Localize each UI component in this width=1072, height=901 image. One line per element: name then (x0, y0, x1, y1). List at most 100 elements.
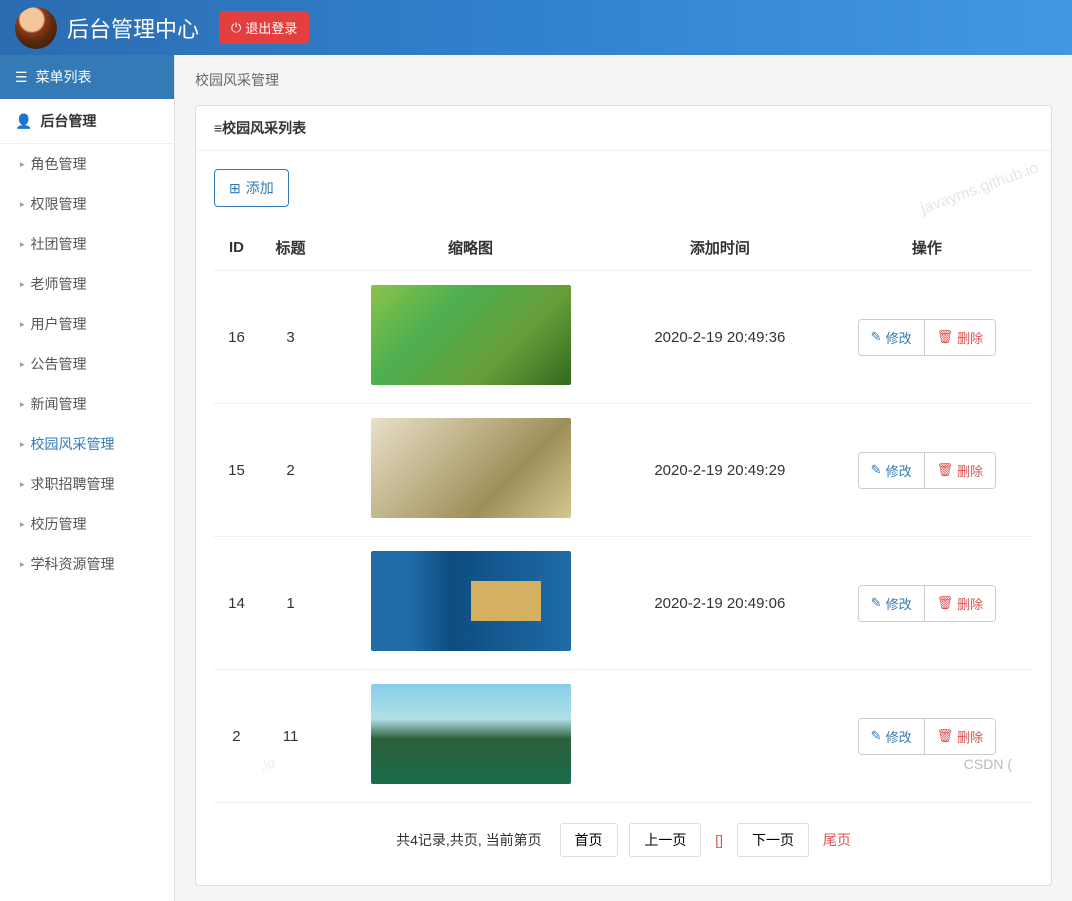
sidebar-item-label: 用户管理 (31, 314, 87, 334)
cell-thumb (322, 271, 619, 404)
cell-time: 2020-2-19 20:49:36 (619, 271, 821, 404)
cell-thumb (322, 404, 619, 537)
first-page-button[interactable]: 首页 (560, 823, 618, 857)
sidebar-item-9[interactable]: ▸ 校历管理 (0, 504, 174, 544)
cell-time: 2020-2-19 20:49:29 (619, 404, 821, 537)
table-row: 163 2020-2-19 20:49:36 ✎修改🗑删除 (214, 271, 1033, 404)
menu-header: ☰ 菜单列表 (0, 55, 174, 99)
add-button[interactable]: ⊞ 添加 (214, 169, 289, 207)
cell-title: 3 (259, 271, 322, 404)
cell-id: 15 (214, 404, 259, 537)
edit-button[interactable]: ✎修改 (859, 586, 925, 621)
edit-button[interactable]: ✎修改 (859, 719, 925, 754)
caret-right-icon: ▸ (20, 399, 25, 410)
sidebar-item-label: 老师管理 (31, 274, 87, 294)
page-title: 后台管理中心 (67, 12, 199, 44)
cell-time: 2020-2-19 20:49:06 (619, 537, 821, 670)
last-page-button[interactable]: 尾页 (823, 832, 851, 848)
thumbnail (371, 684, 571, 784)
current-page: [] (715, 832, 723, 848)
th-title: 标题 (259, 225, 322, 271)
sidebar-item-label: 校历管理 (31, 514, 87, 534)
prev-page-button[interactable]: 上一页 (629, 823, 701, 857)
caret-right-icon: ▸ (20, 359, 25, 370)
content: 校园风采管理 ≡校园风采列表 ⊞ 添加 ID 标题 缩略图 添加时间 操作 16… (175, 55, 1072, 901)
sidebar-item-7[interactable]: ▸ 校园风采管理 (0, 424, 174, 464)
cell-thumb (322, 537, 619, 670)
cell-id: 16 (214, 271, 259, 404)
plus-icon: ⊞ (229, 180, 241, 197)
btn-group: ✎修改🗑删除 (858, 319, 996, 356)
cell-ops: ✎修改🗑删除 (821, 670, 1033, 803)
pagination: 共4记录,共页, 当前第页 首页 上一页 [] 下一页 尾页 (214, 803, 1033, 867)
sidebar-item-4[interactable]: ▸ 用户管理 (0, 304, 174, 344)
caret-right-icon: ▸ (20, 559, 25, 570)
sidebar-item-6[interactable]: ▸ 新闻管理 (0, 384, 174, 424)
cell-title: 1 (259, 537, 322, 670)
panel-title: ≡校园风采列表 (196, 106, 1051, 151)
panel: ≡校园风采列表 ⊞ 添加 ID 标题 缩略图 添加时间 操作 1632020-2… (195, 105, 1052, 886)
caret-right-icon: ▸ (20, 439, 25, 450)
th-thumb: 缩略图 (322, 225, 619, 271)
cell-id: 2 (214, 670, 259, 803)
next-page-button[interactable]: 下一页 (737, 823, 809, 857)
sidebar-item-label: 角色管理 (31, 154, 87, 174)
thumbnail (371, 285, 571, 385)
sidebar-item-3[interactable]: ▸ 老师管理 (0, 264, 174, 304)
sidebar: ☰ 菜单列表 👤 后台管理 ▸角色管理▸权限管理▸社团管理▸老师管理▸用户管理▸… (0, 55, 175, 901)
delete-button[interactable]: 🗑删除 (925, 320, 996, 355)
delete-button[interactable]: 🗑删除 (925, 586, 996, 621)
trash-icon: 🗑 (937, 329, 954, 345)
edit-button[interactable]: ✎修改 (859, 453, 925, 488)
th-time: 添加时间 (619, 225, 821, 271)
cell-time (619, 670, 821, 803)
table-row: 1522020-2-19 20:49:29✎修改🗑删除 (214, 404, 1033, 537)
data-table: ID 标题 缩略图 添加时间 操作 1632020-2-19 20:49:36✎… (214, 225, 1033, 803)
user-icon: 👤 (15, 113, 32, 130)
section-label: 后台管理 (40, 111, 96, 131)
edit-icon: ✎ (871, 595, 882, 611)
sidebar-item-1[interactable]: ▸ 权限管理 (0, 184, 174, 224)
sidebar-item-label: 社团管理 (31, 234, 87, 254)
section-title: 👤 后台管理 (0, 99, 174, 144)
btn-group: ✎修改🗑删除 (858, 718, 996, 755)
breadcrumb: 校园风采管理 (195, 70, 1052, 90)
th-ops: 操作 (821, 225, 1033, 271)
list-icon: ☰ (15, 69, 28, 86)
caret-right-icon: ▸ (20, 239, 25, 250)
table-row: 211 ✎修改🗑删除 (214, 670, 1033, 803)
sidebar-item-label: 求职招聘管理 (31, 474, 115, 494)
sidebar-item-label: 新闻管理 (31, 394, 87, 414)
cell-title: 11 (259, 670, 322, 803)
cell-id: 14 (214, 537, 259, 670)
caret-right-icon: ▸ (20, 279, 25, 290)
edit-icon: ✎ (871, 462, 882, 478)
edit-button[interactable]: ✎修改 (859, 320, 925, 355)
sidebar-item-5[interactable]: ▸ 公告管理 (0, 344, 174, 384)
header: 后台管理中心 ⏻ 退出登录 (0, 0, 1072, 55)
edit-icon: ✎ (871, 329, 882, 345)
sidebar-item-0[interactable]: ▸角色管理 (0, 144, 174, 184)
sidebar-item-label: 学科资源管理 (31, 554, 115, 574)
sidebar-item-10[interactable]: ▸ 学科资源管理 (0, 544, 174, 584)
thumbnail (371, 418, 571, 518)
sidebar-item-label: 权限管理 (31, 194, 87, 214)
sidebar-item-2[interactable]: ▸ 社团管理 (0, 224, 174, 264)
cell-thumb (322, 670, 619, 803)
logout-label: 退出登录 (245, 18, 297, 37)
trash-icon: 🗑 (937, 595, 954, 611)
sidebar-item-label: 公告管理 (31, 354, 87, 374)
power-icon: ⏻ (231, 20, 241, 36)
sidebar-item-label: 校园风采管理 (31, 434, 115, 454)
logout-button[interactable]: ⏻ 退出登录 (219, 11, 309, 44)
trash-icon: 🗑 (937, 462, 954, 478)
caret-right-icon: ▸ (20, 519, 25, 530)
delete-button[interactable]: 🗑删除 (925, 453, 996, 488)
caret-right-icon: ▸ (20, 199, 25, 210)
add-label: 添加 (246, 178, 274, 198)
btn-group: ✎修改🗑删除 (858, 452, 996, 489)
caret-right-icon: ▸ (20, 319, 25, 330)
cell-ops: ✎修改🗑删除 (821, 537, 1033, 670)
delete-button[interactable]: 🗑删除 (925, 719, 996, 754)
sidebar-item-8[interactable]: ▸求职招聘管理 (0, 464, 174, 504)
